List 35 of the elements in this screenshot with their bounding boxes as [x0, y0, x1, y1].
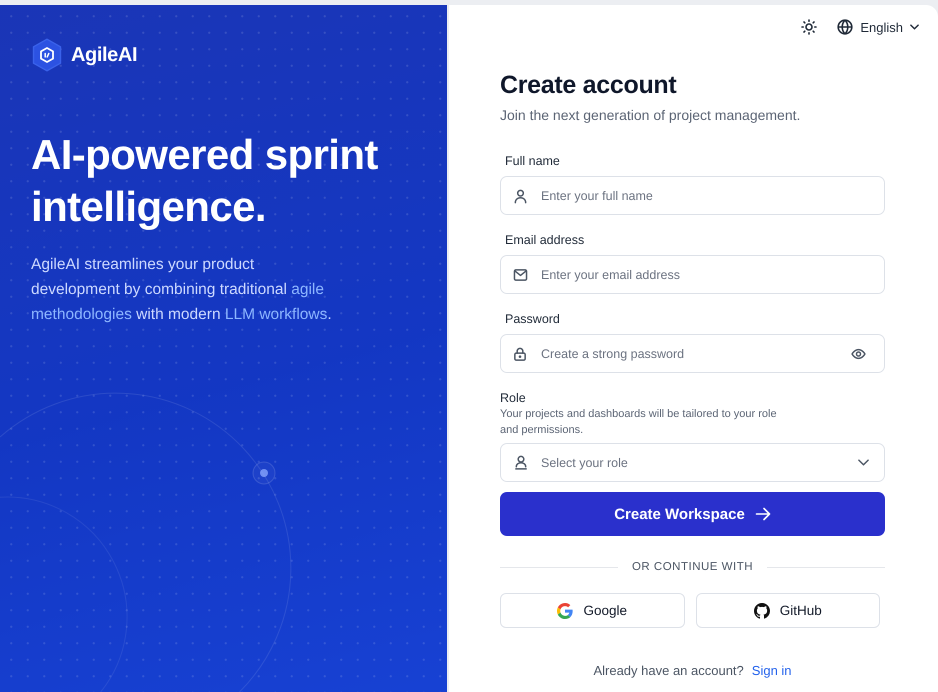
person-icon: [514, 455, 528, 470]
email-field[interactable]: Enter your email address: [500, 255, 885, 294]
role-select[interactable]: Select your role: [500, 443, 885, 482]
field-label: Full name: [504, 153, 561, 169]
footer-prompt: Already have an account?: [593, 663, 744, 678]
social-login-button[interactable]: GitHub: [696, 593, 880, 628]
hero-headline: AI-powered sprint intelligence.: [31, 130, 379, 232]
sign-in-link[interactable]: Sign in: [752, 663, 792, 678]
field-label: Password: [504, 311, 561, 327]
logo-icon: [31, 38, 63, 72]
field-label: Email address: [504, 232, 586, 248]
chevron-down-icon: [910, 24, 919, 30]
lock-icon: [513, 346, 527, 361]
language-selector[interactable]: English: [837, 19, 919, 35]
google-logo-icon: [557, 602, 574, 618]
create-workspace-button[interactable]: Create Workspace: [500, 492, 885, 536]
social-login-button[interactable]: Google: [500, 593, 684, 628]
form-subtitle: Join the next generation of project management.: [500, 106, 802, 125]
hero-description: AgileAI streamlines your product development by combining traditional agile methodologies with modern LLM workflows.: [31, 255, 333, 325]
user-icon: [513, 188, 528, 203]
envelope-icon: [513, 268, 528, 281]
password-field[interactable]: Create a strong password: [500, 334, 885, 373]
text-field[interactable]: Enter your full name: [500, 176, 885, 215]
form-title: Create account: [500, 70, 678, 100]
help-text: Your projects and dashboards will be tailored to your role and permissions.: [500, 407, 778, 438]
brand-name: AgileAI: [71, 44, 138, 66]
arrow-right-icon: [754, 507, 771, 521]
divider-label: OR CONTINUE WITH: [632, 561, 754, 573]
globe-icon: [837, 19, 854, 35]
glow-dot-icon: [252, 462, 276, 484]
field-label: Role: [500, 390, 527, 406]
sun-icon[interactable]: [801, 19, 818, 35]
github-logo-icon: [754, 602, 770, 618]
eye-icon[interactable]: [851, 348, 866, 359]
chevron-down-icon: [858, 459, 869, 466]
